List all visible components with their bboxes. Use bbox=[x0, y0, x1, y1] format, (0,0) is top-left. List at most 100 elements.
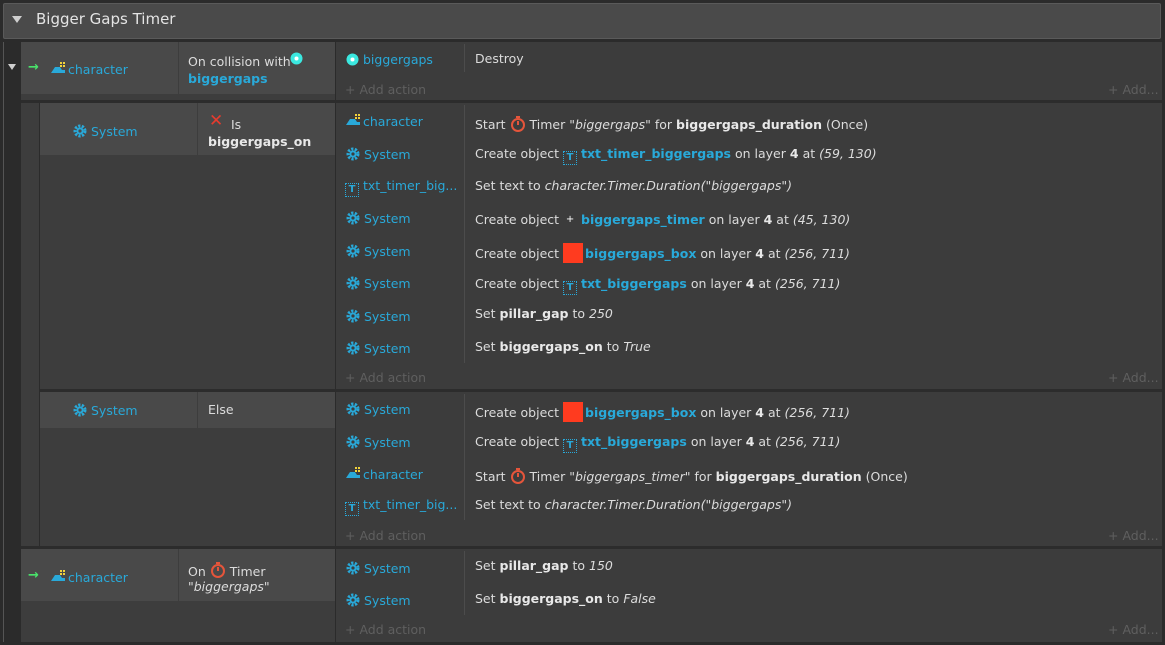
action-part: for bbox=[654, 117, 673, 132]
action-object[interactable]: character bbox=[345, 113, 423, 129]
character-object[interactable]: character bbox=[50, 569, 128, 585]
action-text[interactable]: Create object biggergaps_box on layer 4 … bbox=[475, 402, 850, 422]
group-header[interactable] bbox=[3, 3, 1161, 39]
condition-target[interactable]: biggergaps bbox=[188, 71, 268, 86]
action-text[interactable]: Destroy bbox=[475, 51, 524, 66]
add-more-link[interactable]: + Add... bbox=[1108, 622, 1159, 637]
action-text[interactable]: Start Timer "biggergaps" for biggergaps_… bbox=[475, 116, 868, 132]
condition-text[interactable]: On Timer bbox=[188, 562, 265, 579]
action-object[interactable]: System bbox=[345, 243, 411, 259]
action-object[interactable]: System bbox=[345, 275, 411, 291]
action-object[interactable]: System bbox=[345, 340, 411, 356]
character-object[interactable]: character bbox=[50, 61, 128, 77]
action-text[interactable]: Create object + biggergaps_timer on laye… bbox=[475, 212, 850, 227]
action-object[interactable]: System bbox=[345, 210, 411, 226]
trigger-arrow-icon: → bbox=[28, 568, 39, 583]
text-object-icon: T bbox=[563, 439, 578, 453]
add-action-link[interactable]: + Add action bbox=[345, 370, 426, 385]
action-part: txt_biggergaps bbox=[581, 434, 687, 449]
action-part: on layer bbox=[700, 405, 752, 420]
action-part: for bbox=[694, 469, 712, 484]
action-part: on layer bbox=[734, 146, 786, 161]
action-text[interactable]: Start Timer "biggergaps_timer" for bigge… bbox=[475, 468, 908, 484]
action-text[interactable]: Set text to character.Timer.Duration("bi… bbox=[475, 497, 792, 512]
action-verb: Set bbox=[475, 591, 496, 606]
action-verb: Create object bbox=[475, 405, 560, 420]
action-text[interactable]: Create object Ttxt_biggergaps on layer 4… bbox=[475, 434, 840, 453]
system-object[interactable]: System bbox=[72, 123, 138, 139]
action-object[interactable]: System bbox=[345, 308, 411, 324]
box-sprite-icon bbox=[563, 402, 584, 422]
action-text[interactable]: Create object Ttxt_timer_biggergaps on l… bbox=[475, 146, 877, 165]
action-verb: Create object bbox=[475, 434, 560, 449]
action-part: (Once) bbox=[826, 117, 869, 132]
sprite-icon bbox=[346, 467, 360, 478]
action-text[interactable]: Set pillar_gap to 150 bbox=[475, 558, 613, 573]
condition-variable[interactable]: biggergaps_on bbox=[208, 134, 311, 149]
gear-icon bbox=[346, 561, 360, 575]
system-object[interactable]: System bbox=[72, 402, 138, 418]
action-verb: Start bbox=[475, 117, 506, 132]
event-object-label: System bbox=[91, 124, 138, 139]
action-part: 4 bbox=[745, 434, 755, 449]
action-part: biggergaps_box bbox=[585, 405, 697, 420]
gear-icon bbox=[346, 435, 360, 449]
action-object[interactable]: biggergaps bbox=[346, 52, 433, 67]
action-object-label: System bbox=[364, 276, 411, 291]
action-part: at bbox=[767, 405, 781, 420]
action-verb: Create object bbox=[475, 212, 560, 227]
action-text[interactable]: Set pillar_gap to 250 bbox=[475, 306, 613, 321]
gear-icon bbox=[73, 124, 87, 138]
add-more-link[interactable]: + Add... bbox=[1108, 82, 1159, 97]
trigger-arrow-icon: → bbox=[28, 60, 39, 75]
action-object[interactable]: Ttxt_timer_big... bbox=[345, 178, 457, 197]
action-part: biggergaps_on bbox=[499, 339, 603, 354]
condition-part: Timer bbox=[229, 564, 266, 579]
text-object-icon: T bbox=[345, 183, 359, 197]
action-text[interactable]: Create object Ttxt_biggergaps on layer 4… bbox=[475, 276, 840, 295]
collapse-event-icon[interactable] bbox=[8, 64, 16, 70]
action-text[interactable]: Create object biggergaps_box on layer 4 … bbox=[475, 243, 850, 263]
action-part: biggergaps_duration bbox=[715, 469, 862, 484]
action-part: (59, 130) bbox=[819, 146, 877, 161]
action-text[interactable]: Set text to character.Timer.Duration("bi… bbox=[475, 178, 792, 193]
gutter-line bbox=[3, 42, 4, 642]
add-action-link[interactable]: + Add action bbox=[345, 82, 426, 97]
actions-cell[interactable] bbox=[336, 549, 1162, 642]
action-object[interactable]: System bbox=[345, 560, 411, 576]
action-object[interactable]: System bbox=[345, 146, 411, 162]
action-part: to bbox=[606, 591, 620, 606]
sub-event-indent bbox=[21, 103, 39, 546]
add-action-link[interactable]: + Add action bbox=[345, 528, 426, 543]
action-verb: Set bbox=[475, 339, 496, 354]
collapse-group-icon[interactable] bbox=[12, 16, 22, 23]
add-more-link[interactable]: + Add... bbox=[1108, 370, 1159, 385]
action-part: 4 bbox=[755, 405, 764, 420]
action-object-label: System bbox=[364, 402, 411, 417]
action-object[interactable]: System bbox=[345, 434, 411, 450]
add-more-label: Add... bbox=[1122, 622, 1159, 637]
actions-cell[interactable] bbox=[336, 42, 1162, 100]
add-action-link[interactable]: + Add action bbox=[345, 622, 426, 637]
action-object-label: biggergaps bbox=[363, 52, 433, 67]
action-part: at bbox=[758, 434, 771, 449]
event-object-label: System bbox=[91, 403, 138, 418]
action-object[interactable]: Ttxt_timer_big... bbox=[345, 497, 457, 516]
action-object[interactable]: character bbox=[345, 466, 423, 482]
action-text[interactable]: Set biggergaps_on to False bbox=[475, 591, 656, 606]
action-verb: Set bbox=[475, 306, 496, 321]
action-object[interactable]: System bbox=[345, 592, 411, 608]
text-object-icon: T bbox=[563, 151, 578, 165]
gear-icon bbox=[346, 244, 360, 258]
action-object[interactable]: System bbox=[345, 401, 411, 417]
action-part: 150 bbox=[589, 558, 613, 573]
action-part: True bbox=[623, 339, 651, 354]
condition-timer-name: "biggergaps" bbox=[188, 579, 270, 594]
gear-icon bbox=[73, 403, 87, 417]
add-more-label: Add... bbox=[1122, 528, 1159, 543]
add-more-link[interactable]: + Add... bbox=[1108, 528, 1159, 543]
action-part: biggergaps_duration bbox=[676, 117, 823, 132]
condition-text[interactable]: Else bbox=[208, 402, 234, 417]
action-text[interactable]: Set biggergaps_on to True bbox=[475, 339, 651, 354]
box-sprite-icon bbox=[563, 243, 584, 263]
